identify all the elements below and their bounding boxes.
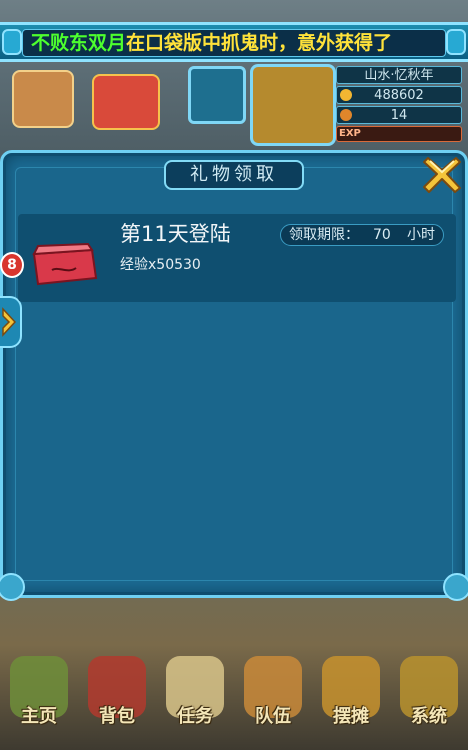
reward-title: 第11天登陆 [120, 222, 231, 246]
player-avatar[interactable] [250, 64, 336, 146]
ticker-text-area: 不败东双月在口袋版中抓鬼时，意外获得了 [22, 29, 446, 57]
menu-bag-label: 背包 [99, 706, 135, 727]
gold-coin-icon [340, 89, 352, 101]
treasure-chest-icon[interactable] [92, 74, 160, 130]
level-icon [340, 109, 352, 121]
ticker-player-name[interactable]: 不败东双月 [31, 32, 126, 54]
bottom-menu: 主页 背包 任务 队伍 摆摊 系统 [0, 648, 468, 750]
exp-label: EXP [339, 128, 361, 139]
player-name: 山水·忆秋年 [336, 66, 462, 84]
calendar-icon[interactable] [12, 70, 74, 128]
reward-count-badge: 8 [0, 252, 24, 278]
menu-quest[interactable]: 任务 [156, 648, 234, 750]
deadline-unit: 小时 [407, 227, 435, 243]
pet-portrait[interactable] [188, 66, 246, 124]
side-expand-tab[interactable] [0, 296, 22, 348]
dialog-corner-ornament [0, 573, 25, 601]
menu-stall[interactable]: 摆摊 [312, 648, 390, 750]
close-button[interactable] [420, 152, 464, 196]
dialog-title-plate: 礼物领取 [164, 160, 304, 190]
menu-team[interactable]: 队伍 [234, 648, 312, 750]
gold-row: 488602 [336, 86, 462, 104]
level-row: 14 [336, 106, 462, 124]
dialog-corner-ornament [443, 573, 468, 601]
level-value: 14 [390, 108, 408, 123]
menu-home-label: 主页 [21, 706, 57, 727]
gold-value: 488602 [374, 88, 424, 103]
gift-box-icon [28, 240, 100, 288]
menu-team-label: 队伍 [255, 706, 291, 727]
exp-bar: EXP [336, 126, 462, 142]
ticker-right-cap [446, 29, 466, 55]
player-stats-panel: 山水·忆秋年 488602 14 EXP [336, 64, 462, 148]
dialog-title: 礼物领取 [190, 164, 278, 185]
deadline-value: 70 [373, 227, 391, 243]
ticker-message: 在口袋版中抓鬼时，意外获得了 [126, 32, 393, 54]
deadline-label: 领取期限： [289, 227, 359, 243]
menu-quest-label: 任务 [177, 706, 213, 727]
deadline-pill: 领取期限： 70 小时 [280, 224, 444, 246]
chevron-right-icon [2, 307, 17, 337]
menu-system-label: 系统 [411, 706, 447, 727]
reward-detail: 经验x50530 [120, 257, 201, 273]
menu-system[interactable]: 系统 [390, 648, 468, 750]
ticker-left-cap [2, 29, 22, 55]
close-icon [423, 157, 461, 193]
announcement-ticker: 不败东双月在口袋版中抓鬼时，意外获得了 [0, 22, 468, 62]
menu-bag[interactable]: 背包 [78, 648, 156, 750]
menu-home[interactable]: 主页 [0, 648, 78, 750]
menu-stall-label: 摆摊 [333, 706, 369, 727]
